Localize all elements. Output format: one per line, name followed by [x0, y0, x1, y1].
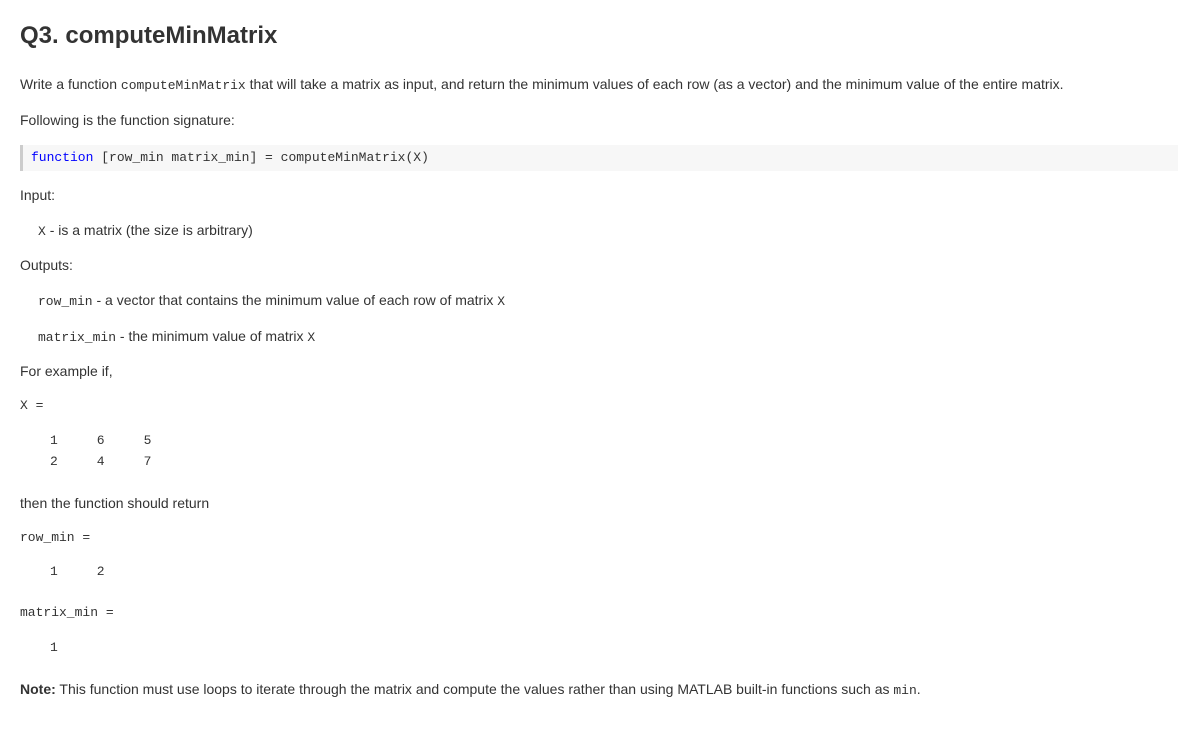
signature-label: Following is the function signature:	[20, 110, 1178, 131]
example-label: For example if,	[20, 361, 1178, 382]
output-label: Outputs:	[20, 255, 1178, 276]
rowmin-header: row_min =	[20, 528, 1178, 549]
example-x-matrix: 1 6 5 2 4 7	[50, 431, 1178, 473]
example-x-header: X =	[20, 396, 1178, 417]
matrixmin-header: matrix_min =	[20, 603, 1178, 624]
rowmin-values: 1 2	[50, 562, 1178, 583]
question-title: Q3. computeMinMatrix	[20, 18, 1178, 54]
note-text-pre: This function must use loops to iterate …	[56, 681, 894, 697]
intro-code: computeMinMatrix	[121, 78, 246, 93]
then-label: then the function should return	[20, 493, 1178, 514]
signature-rest: [row_min matrix_min] = computeMinMatrix(…	[93, 150, 428, 165]
output-rowmin-desc: - a vector that contains the minimum val…	[93, 292, 498, 308]
output-rowmin-code: row_min	[38, 294, 93, 309]
note-code: min	[893, 683, 916, 698]
output-matrixmin-xcode: X	[307, 330, 315, 345]
output-matrixmin-desc: - the minimum value of matrix	[116, 328, 307, 344]
output-matrixmin-line: matrix_min - the minimum value of matrix…	[20, 326, 1178, 348]
output-rowmin-xcode: X	[497, 294, 505, 309]
input-x-desc: - is a matrix (the size is arbitrary)	[46, 222, 253, 238]
output-matrixmin-code: matrix_min	[38, 330, 116, 345]
output-rowmin-line: row_min - a vector that contains the min…	[20, 290, 1178, 312]
signature-keyword: function	[31, 150, 93, 165]
input-label: Input:	[20, 185, 1178, 206]
intro-paragraph: Write a function computeMinMatrix that w…	[20, 74, 1178, 96]
note-text-post: .	[917, 681, 921, 697]
note-bold: Note:	[20, 681, 56, 697]
intro-text-pre: Write a function	[20, 76, 121, 92]
function-signature: function [row_min matrix_min] = computeM…	[20, 145, 1178, 171]
intro-text-post: that will take a matrix as input, and re…	[246, 76, 1064, 92]
input-x-line: X - is a matrix (the size is arbitrary)	[20, 220, 1178, 242]
note-paragraph: Note: This function must use loops to it…	[20, 679, 1178, 701]
input-x-code: X	[38, 224, 46, 239]
matrixmin-value: 1	[50, 638, 1178, 659]
